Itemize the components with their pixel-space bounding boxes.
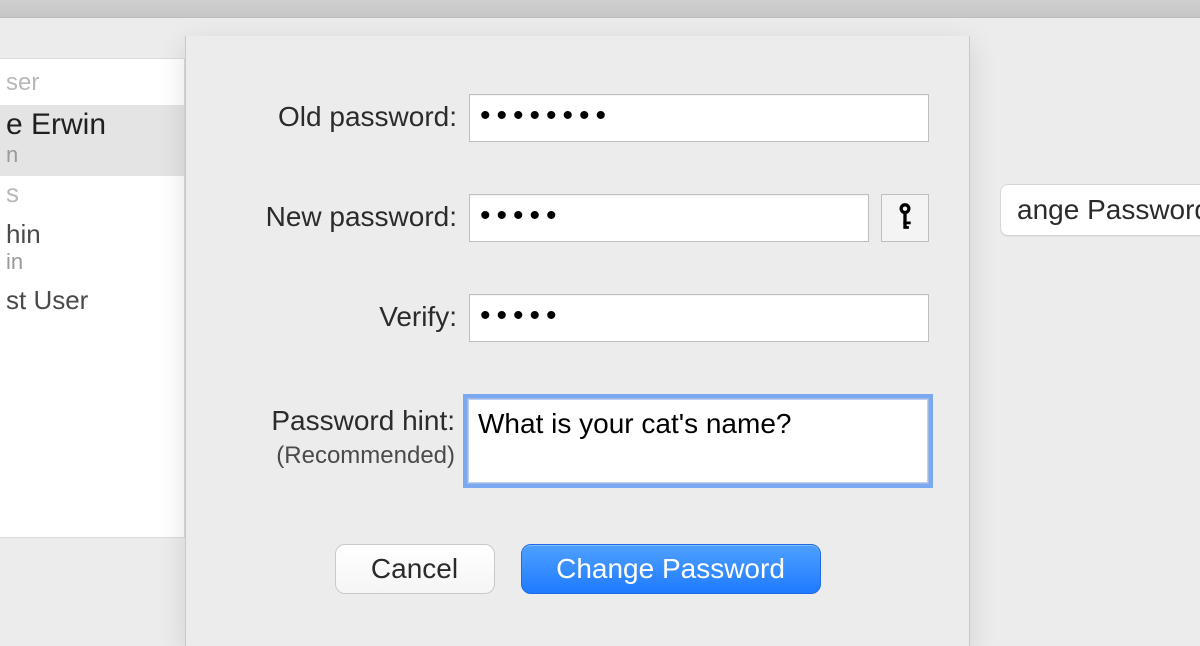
cancel-button-label: Cancel <box>371 553 458 585</box>
verify-password-field[interactable] <box>469 294 929 342</box>
cancel-button[interactable]: Cancel <box>335 544 495 594</box>
new-password-label: New password: <box>186 194 469 233</box>
sidebar-item-name: hin <box>6 219 41 249</box>
old-password-label: Old password: <box>186 94 469 133</box>
sheet-button-row: Cancel Change Password <box>186 544 969 594</box>
change-password-sheet: Old password: New password: <box>185 36 970 646</box>
password-assistant-button[interactable] <box>881 194 929 242</box>
users-groups-window: ser e Erwin n s hin in st User ange Pass… <box>0 18 1200 628</box>
sidebar-item-sub: n <box>6 143 178 166</box>
window-toolbar <box>0 0 1200 18</box>
sidebar-group-label: ser <box>0 59 184 105</box>
sidebar-item-user-2[interactable]: hin in <box>0 217 184 283</box>
old-password-field[interactable] <box>469 94 929 142</box>
password-hint-subnote: (Recommended) <box>186 443 455 469</box>
sidebar-item-user-3[interactable]: st User <box>0 283 184 324</box>
sidebar-item-name: e Erwin <box>6 108 106 141</box>
change-password-button-label: ange Password <box>1017 194 1200 226</box>
change-password-button-background[interactable]: ange Password <box>1000 184 1200 236</box>
sidebar-item-sub: in <box>6 250 178 273</box>
change-password-button-label: Change Password <box>556 553 785 585</box>
password-hint-label: Password hint: (Recommended) <box>186 398 467 469</box>
password-hint-label-text: Password hint: <box>271 405 455 436</box>
sidebar-item-user-0[interactable]: e Erwin n <box>0 105 184 176</box>
verify-password-label: Verify: <box>186 294 469 333</box>
new-password-field[interactable] <box>469 194 869 242</box>
password-hint-field[interactable]: What is your cat's name? <box>467 398 929 484</box>
user-list-sidebar: ser e Erwin n s hin in st User <box>0 58 185 538</box>
key-icon <box>894 201 916 236</box>
sidebar-item-user-1[interactable]: s <box>0 176 184 217</box>
sidebar-item-name: s <box>6 178 19 208</box>
change-password-button[interactable]: Change Password <box>521 544 821 594</box>
sidebar-item-name: st User <box>6 285 88 315</box>
